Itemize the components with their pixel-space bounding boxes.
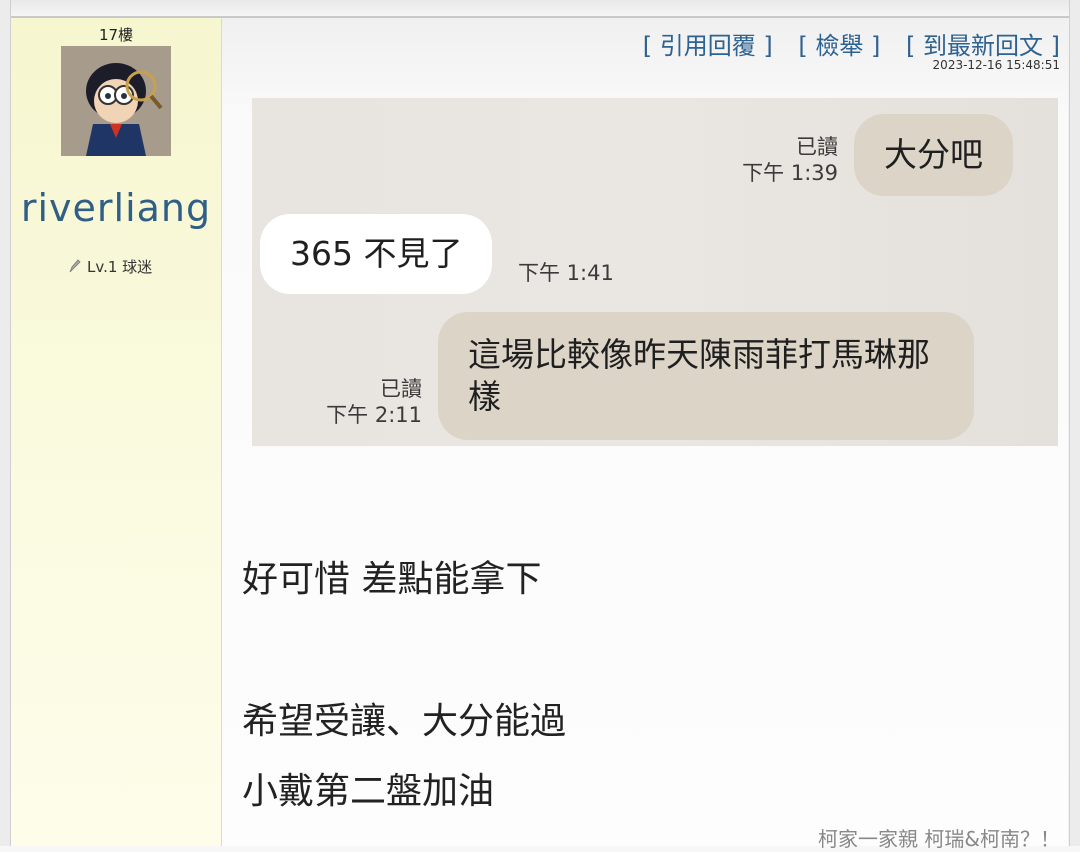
chat-meta-1: 已讀 下午 1:39 bbox=[738, 134, 838, 186]
user-level: Lv.1 球迷 bbox=[67, 256, 152, 277]
user-signature: 柯家一家親 柯瑞&柯南？！ bbox=[818, 827, 1060, 851]
author-panel: 17樓 riverliang Lv.1 球迷 bbox=[11, 18, 222, 846]
post-actions: [ 引用回覆 ] [ 檢舉 ] [ 到最新回文 ] bbox=[625, 26, 1060, 61]
read-label: 已讀 bbox=[380, 377, 422, 401]
post-timestamp: 2023-12-16 15:48:51 bbox=[932, 58, 1060, 72]
detective-avatar-icon bbox=[61, 46, 171, 156]
left-border bbox=[0, 0, 11, 846]
chat-bubble-outgoing: 大分吧 bbox=[854, 114, 1013, 196]
chat-bubble-incoming: 365 不見了 bbox=[260, 214, 493, 294]
username[interactable]: riverliang bbox=[11, 186, 221, 230]
chat-meta-3: 已讀 下午 2:11 bbox=[322, 376, 422, 428]
pencil-icon bbox=[69, 259, 81, 273]
chat-time: 下午 1:41 bbox=[518, 261, 614, 285]
right-border bbox=[1069, 0, 1080, 846]
post-content: [ 引用回覆 ] [ 檢舉 ] [ 到最新回文 ] 2023-12-16 15:… bbox=[222, 18, 1068, 851]
post-frame: 17樓 riverliang Lv.1 球迷 [引用回覆] [檢舉] [… bbox=[0, 0, 1080, 851]
read-label: 已讀 bbox=[796, 135, 838, 159]
report-link[interactable]: [ 檢舉 ] bbox=[798, 32, 880, 60]
post-body-line: 好可惜 差點能拿下 bbox=[242, 559, 542, 600]
post-body-line: 小戴第二盤加油 bbox=[242, 771, 495, 812]
chat-line: 樣 bbox=[468, 377, 501, 416]
chat-screenshot: 已讀 下午 1:39 大分吧 365 不見了 下午 1:41 已讀 下午 2:1… bbox=[252, 98, 1058, 446]
latest-reply-link[interactable]: [ 到最新回文 ] bbox=[906, 32, 1060, 60]
post-body-line: 希望受讓、大分能過 bbox=[242, 701, 567, 742]
top-divider bbox=[0, 0, 1080, 18]
quote-reply-link[interactable]: [ 引用回覆 ] bbox=[643, 32, 773, 60]
chat-bubble-outgoing: 這場比較像昨天陳雨菲打馬琳那 樣 bbox=[438, 312, 974, 440]
chat-time: 下午 2:11 bbox=[326, 403, 422, 427]
chat-line: 這場比較像昨天陳雨菲打馬琳那 bbox=[468, 335, 930, 374]
avatar[interactable] bbox=[61, 46, 171, 156]
chat-time: 下午 1:39 bbox=[742, 161, 838, 185]
floor-number: 17樓 bbox=[98, 26, 134, 44]
user-level-label: Lv.1 球迷 bbox=[87, 258, 153, 276]
